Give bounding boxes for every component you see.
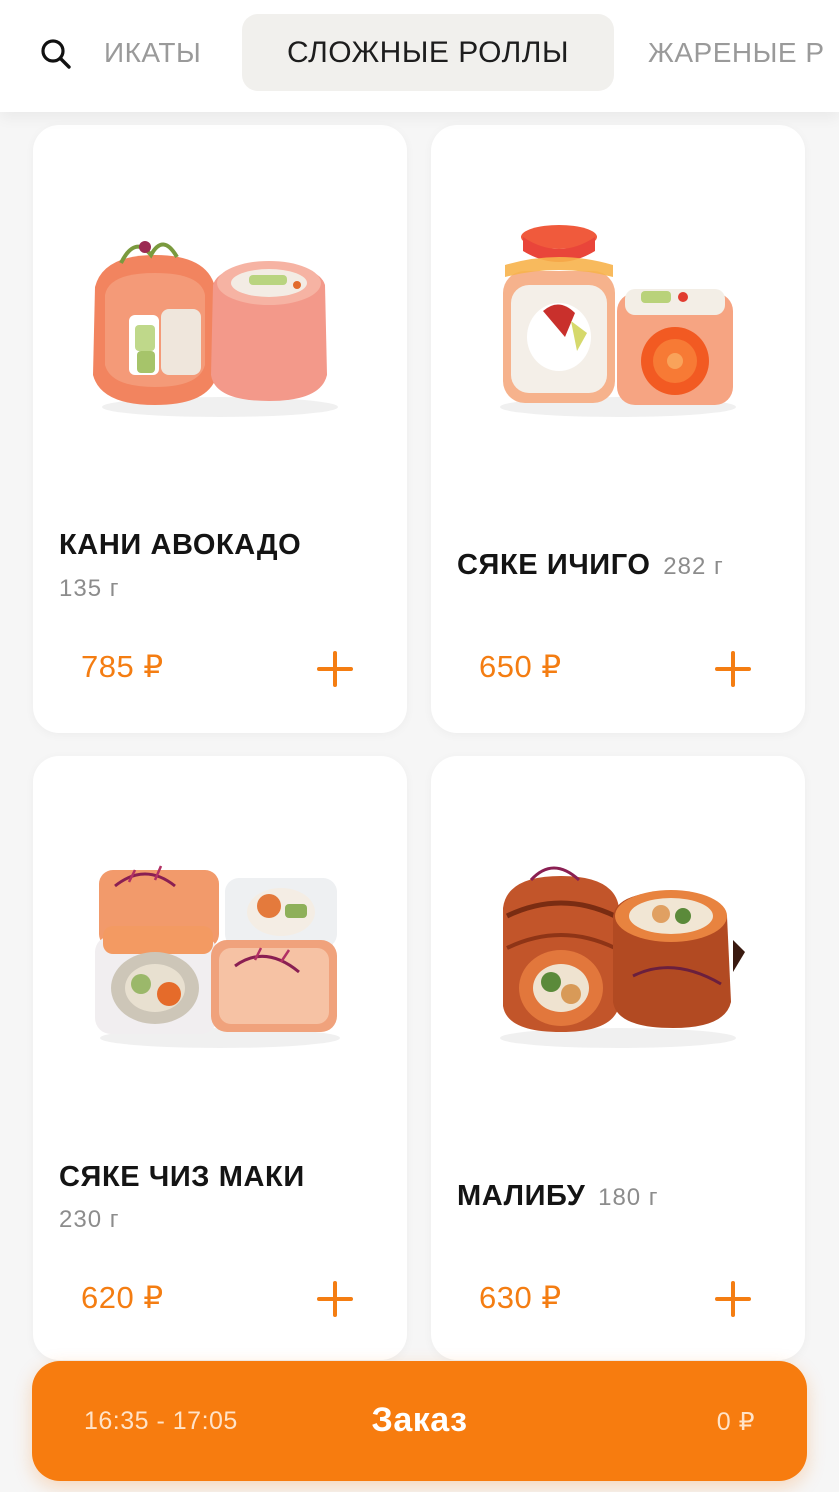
order-total: 0 ₽ <box>716 1408 755 1436</box>
product-image <box>93 241 338 417</box>
product-image <box>500 225 736 417</box>
add-to-cart-button[interactable] <box>711 647 755 691</box>
product-weight: 282 г <box>663 553 724 580</box>
add-to-cart-button[interactable] <box>313 1277 357 1321</box>
tab-fried-rolls[interactable]: ЖАРЕНЫЕ Р <box>648 14 825 91</box>
product-name: СЯКЕ ЧИЗ МАКИ <box>59 1161 305 1193</box>
tab-complex-rolls[interactable]: СЛОЖНЫЕ РОЛЛЫ <box>242 14 614 91</box>
add-to-cart-button[interactable] <box>711 1277 755 1321</box>
search-button[interactable] <box>36 34 76 74</box>
plus-icon <box>317 651 353 687</box>
product-weight: 135 г <box>59 575 120 602</box>
category-bar: ИКАТЫ СЛОЖНЫЕ РОЛЛЫ ЖАРЕНЫЕ Р <box>0 0 839 112</box>
add-to-cart-button[interactable] <box>313 647 357 691</box>
product-price: 630 ₽ <box>479 1280 562 1315</box>
product-price: 650 ₽ <box>479 649 562 684</box>
product-name: СЯКЕ ИЧИГО 282 г <box>457 549 785 582</box>
product-price: 620 ₽ <box>81 1280 164 1315</box>
search-icon <box>41 39 71 69</box>
product-weight: 230 г <box>59 1206 120 1233</box>
product-card-kani-avocado[interactable]: КАНИ АВОКАДО 135 г 785 ₽ <box>33 125 407 733</box>
tab-previous-category[interactable]: ИКАТЫ <box>104 14 201 91</box>
product-name: КАНИ АВОКАДО <box>59 529 302 561</box>
plus-icon <box>715 1281 751 1317</box>
plus-icon <box>715 651 751 687</box>
product-card-syake-ichigo[interactable]: СЯКЕ ИЧИГО 282 г 650 ₽ <box>431 125 805 733</box>
category-tabs: ИКАТЫ СЛОЖНЫЕ РОЛЛЫ ЖАРЕНЫЕ Р <box>104 0 839 112</box>
product-name-text: МАЛИБУ <box>457 1180 586 1212</box>
product-image <box>95 865 340 1048</box>
app: ИКАТЫ СЛОЖНЫЕ РОЛЛЫ ЖАРЕНЫЕ Р КАНИ АВОКА… <box>0 0 839 1492</box>
product-price: 785 ₽ <box>81 649 164 684</box>
order-label: Заказ <box>371 1401 468 1439</box>
product-image <box>500 866 745 1048</box>
plus-icon <box>317 1281 353 1317</box>
product-card-malibu[interactable]: МАЛИБУ 180 г 630 ₽ <box>431 756 805 1360</box>
product-card-syake-cheese-maki[interactable]: СЯКЕ ЧИЗ МАКИ 230 г 620 ₽ <box>33 756 407 1360</box>
order-button[interactable]: 16:35 - 17:05 Заказ 0 ₽ <box>32 1361 807 1481</box>
product-name: МАЛИБУ 180 г <box>457 1180 785 1213</box>
product-name-text: СЯКЕ ИЧИГО <box>457 549 651 581</box>
product-weight: 180 г <box>598 1184 659 1211</box>
